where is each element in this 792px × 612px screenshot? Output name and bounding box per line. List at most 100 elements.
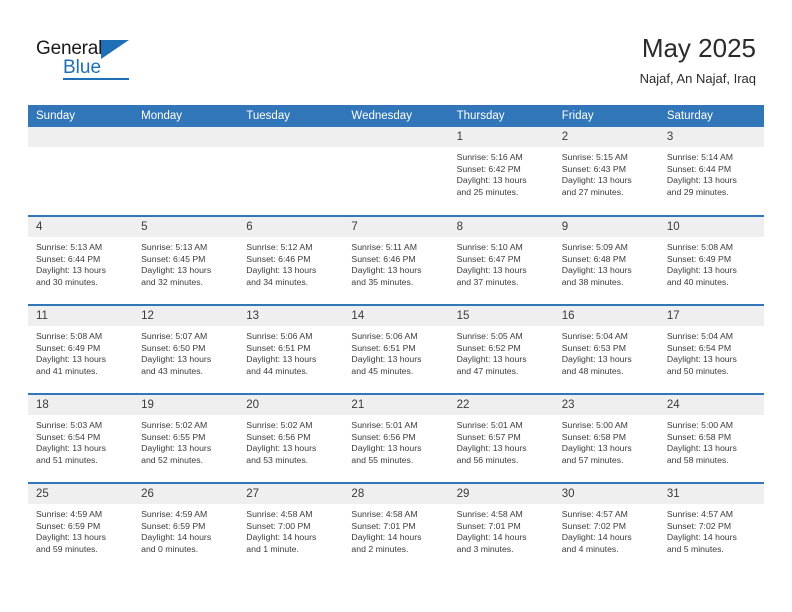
day-detail-line: Daylight: 13 hours	[141, 354, 212, 365]
day-detail-line: Sunrise: 5:12 AM	[246, 242, 313, 252]
day-detail-line: Sunrise: 5:08 AM	[666, 242, 734, 252]
day-detail-line: Sunrise: 5:09 AM	[561, 242, 628, 252]
day-detail-line: Sunset: 6:54 PM	[666, 342, 732, 353]
weekday-header-tuesday: Tuesday	[238, 105, 344, 127]
day-detail-line: and 47 minutes.	[456, 365, 519, 376]
day-detail-line: and 44 minutes.	[246, 365, 309, 376]
day-number: 24	[658, 395, 764, 415]
day-detail-line: and 51 minutes.	[36, 454, 98, 465]
day-detail-line: and 40 minutes.	[666, 276, 729, 287]
day-number: 5	[133, 217, 239, 237]
day-detail-line: Daylight: 14 hours	[666, 532, 737, 543]
calendar-day-cell-empty	[28, 127, 134, 216]
day-number: 29	[448, 484, 554, 504]
calendar-day-cell[interactable]: 29 Sunrise: 4:58 AM Sunset: 7:01 PM Dayligh…	[448, 482, 554, 572]
day-detail-line: and 59 minutes.	[36, 543, 98, 554]
day-detail-line: Sunrise: 5:04 AM	[666, 331, 734, 341]
calendar-day-cell[interactable]: 27 Sunrise: 4:58 AM Sunset: 7:00 PM Dayligh…	[238, 482, 344, 572]
calendar-day-cell[interactable]: 13 Sunrise: 5:06 AM Sunset: 6:51 PM Dayligh…	[238, 304, 344, 394]
calendar-week-row: 18 Sunrise: 5:03 AM Sunset: 6:54 PM Dayligh…	[28, 393, 764, 483]
day-detail-line: Sunset: 7:01 PM	[456, 520, 521, 531]
day-detail-line: Sunset: 6:51 PM	[351, 342, 416, 353]
day-detail-line: Daylight: 14 hours	[141, 532, 212, 543]
calendar-day-cell[interactable]: 28 Sunrise: 4:58 AM Sunset: 7:01 PM Dayligh…	[343, 482, 449, 572]
day-number: 10	[658, 217, 764, 237]
day-detail-line: Daylight: 14 hours	[246, 532, 317, 543]
day-detail-line: and 29 minutes.	[666, 186, 729, 197]
day-number: 4	[28, 217, 134, 237]
day-details: Sunrise: 4:57 AM Sunset: 7:02 PM Daylight:…	[554, 504, 659, 555]
day-detail-line: Sunrise: 5:13 AM	[36, 242, 103, 252]
calendar-body: 1 Sunrise: 5:16 AM Sunset: 6:42 PM Daylight…	[28, 127, 764, 572]
calendar-day-cell[interactable]: 4 Sunrise: 5:13 AM Sunset: 6:44 PM Daylight…	[28, 215, 134, 305]
day-detail-line: Sunset: 6:58 PM	[666, 431, 732, 442]
calendar-day-cell[interactable]: 7 Sunrise: 5:11 AM Sunset: 6:46 PM Daylight…	[343, 215, 449, 305]
calendar-day-cell[interactable]: 3 Sunrise: 5:14 AM Sunset: 6:44 PM Daylight…	[658, 127, 764, 216]
day-details: Sunrise: 4:58 AM Sunset: 7:01 PM Daylight:…	[343, 504, 448, 555]
triangle-icon	[101, 40, 129, 59]
day-number: 31	[658, 484, 764, 504]
day-detail-line: and 4 minutes.	[561, 543, 619, 554]
calendar-day-cell[interactable]: 5 Sunrise: 5:13 AM Sunset: 6:45 PM Daylight…	[133, 215, 239, 305]
calendar-day-cell[interactable]: 14 Sunrise: 5:06 AM Sunset: 6:51 PM Dayligh…	[343, 304, 449, 394]
day-detail-line: Sunset: 6:50 PM	[141, 342, 206, 353]
calendar-day-cell[interactable]: 31 Sunrise: 4:57 AM Sunset: 7:02 PM Dayligh…	[658, 482, 764, 572]
day-detail-line: Sunset: 6:43 PM	[561, 163, 626, 174]
day-detail-line: Daylight: 13 hours	[36, 443, 107, 454]
day-number: 26	[133, 484, 239, 504]
day-detail-line: Sunrise: 5:00 AM	[666, 420, 734, 430]
day-detail-line: Sunset: 6:51 PM	[246, 342, 311, 353]
calendar-day-cell[interactable]: 10 Sunrise: 5:08 AM Sunset: 6:49 PM Dayligh…	[658, 215, 764, 305]
day-detail-line: Daylight: 13 hours	[456, 354, 527, 365]
day-detail-line: Sunset: 6:44 PM	[36, 253, 101, 264]
day-details: Sunrise: 5:00 AM Sunset: 6:58 PM Daylight:…	[554, 415, 659, 466]
day-detail-line: Daylight: 13 hours	[666, 443, 737, 454]
calendar-day-cell[interactable]: 18 Sunrise: 5:03 AM Sunset: 6:54 PM Dayligh…	[28, 393, 134, 483]
calendar-day-cell[interactable]: 11 Sunrise: 5:08 AM Sunset: 6:49 PM Dayligh…	[28, 304, 134, 394]
day-detail-line: Daylight: 13 hours	[351, 265, 422, 276]
calendar-day-cell[interactable]: 30 Sunrise: 4:57 AM Sunset: 7:02 PM Dayligh…	[553, 482, 659, 572]
page-subtitle: Najaf, An Najaf, Iraq	[639, 71, 756, 86]
weekday-header-row: Sunday Monday Tuesday Wednesday Thursday Frid…	[28, 105, 764, 127]
day-detail-line: and 45 minutes.	[351, 365, 414, 376]
day-detail-line: Sunrise: 5:02 AM	[141, 420, 208, 430]
calendar-day-cell[interactable]: 2 Sunrise: 5:15 AM Sunset: 6:43 PM Daylight…	[553, 127, 659, 216]
day-detail-line: Daylight: 13 hours	[351, 443, 422, 454]
calendar-day-cell[interactable]: 8 Sunrise: 5:10 AM Sunset: 6:47 PM Daylight…	[448, 215, 554, 305]
calendar-day-cell[interactable]: 24 Sunrise: 5:00 AM Sunset: 6:58 PM Dayligh…	[658, 393, 764, 483]
calendar-day-cell[interactable]: 25 Sunrise: 4:59 AM Sunset: 6:59 PM Dayligh…	[28, 482, 134, 572]
calendar-day-cell[interactable]: 19 Sunrise: 5:02 AM Sunset: 6:55 PM Dayligh…	[133, 393, 239, 483]
calendar-day-cell[interactable]: 15 Sunrise: 5:05 AM Sunset: 6:52 PM Dayligh…	[448, 304, 554, 394]
calendar-week-row: 25 Sunrise: 4:59 AM Sunset: 6:59 PM Dayligh…	[28, 482, 764, 572]
day-detail-line: Sunrise: 5:10 AM	[456, 242, 523, 252]
brand-logo[interactable]: General Blue	[36, 38, 156, 84]
day-details: Sunrise: 5:11 AM Sunset: 6:46 PM Daylight:…	[343, 237, 448, 288]
day-number: 6	[238, 217, 344, 237]
calendar-day-cell[interactable]: 6 Sunrise: 5:12 AM Sunset: 6:46 PM Daylight…	[238, 215, 344, 305]
calendar-day-cell[interactable]: 22 Sunrise: 5:01 AM Sunset: 6:57 PM Dayligh…	[448, 393, 554, 483]
page-title: May 2025	[641, 33, 756, 63]
day-detail-line: and 27 minutes.	[561, 186, 624, 197]
calendar-day-cell[interactable]: 20 Sunrise: 5:02 AM Sunset: 6:56 PM Dayligh…	[238, 393, 344, 483]
day-detail-line: Sunrise: 5:03 AM	[36, 420, 103, 430]
calendar-day-cell[interactable]: 9 Sunrise: 5:09 AM Sunset: 6:48 PM Daylight…	[553, 215, 659, 305]
day-number: 28	[343, 484, 449, 504]
day-details: Sunrise: 5:08 AM Sunset: 6:49 PM Daylight:…	[28, 326, 133, 377]
calendar-day-cell[interactable]: 16 Sunrise: 5:04 AM Sunset: 6:53 PM Dayligh…	[553, 304, 659, 394]
day-number: 21	[343, 395, 449, 415]
calendar-day-cell[interactable]: 21 Sunrise: 5:01 AM Sunset: 6:56 PM Dayligh…	[343, 393, 449, 483]
day-details: Sunrise: 5:04 AM Sunset: 6:54 PM Daylight:…	[659, 326, 764, 377]
day-detail-line: Sunrise: 5:02 AM	[246, 420, 313, 430]
calendar-day-cell[interactable]: 12 Sunrise: 5:07 AM Sunset: 6:50 PM Dayligh…	[133, 304, 239, 394]
calendar-day-cell[interactable]: 26 Sunrise: 4:59 AM Sunset: 6:59 PM Dayligh…	[133, 482, 239, 572]
day-detail-line: Daylight: 14 hours	[561, 532, 632, 543]
calendar-day-cell[interactable]: 17 Sunrise: 5:04 AM Sunset: 6:54 PM Dayligh…	[658, 304, 764, 394]
day-detail-line: Sunrise: 5:06 AM	[246, 331, 313, 341]
day-details: Sunrise: 5:01 AM Sunset: 6:57 PM Daylight:…	[449, 415, 554, 466]
day-detail-line: Sunset: 7:02 PM	[561, 520, 626, 531]
calendar-week-row: 4 Sunrise: 5:13 AM Sunset: 6:44 PM Daylight…	[28, 215, 764, 305]
calendar-day-cell[interactable]: 1 Sunrise: 5:16 AM Sunset: 6:42 PM Daylight…	[448, 127, 554, 216]
day-detail-line: Sunset: 6:52 PM	[456, 342, 521, 353]
day-detail-line: Daylight: 13 hours	[246, 265, 317, 276]
calendar-day-cell[interactable]: 23 Sunrise: 5:00 AM Sunset: 6:58 PM Dayligh…	[553, 393, 659, 483]
